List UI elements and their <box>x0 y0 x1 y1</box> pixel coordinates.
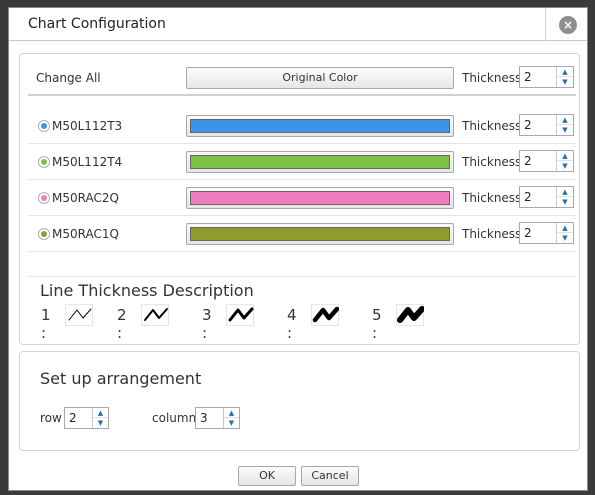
series-row: M50L112T3 Thickness 2 ▲ ▼ <box>28 108 576 144</box>
spinner-up-icon[interactable]: ▲ <box>93 408 108 418</box>
series-color-button[interactable] <box>186 223 454 245</box>
column-spinner[interactable]: 3 ▲ ▼ <box>195 407 240 429</box>
change-all-thickness-spinner[interactable]: 2 ▲ ▼ <box>519 66 574 88</box>
series-row: M50RAC2Q Thickness 2 ▲ ▼ <box>28 180 576 216</box>
series-color-button[interactable] <box>186 187 454 209</box>
spinner-arrows: ▲ ▼ <box>556 223 573 243</box>
thickness-label: Thickness <box>462 155 522 169</box>
spinner-down-icon[interactable]: ▼ <box>557 77 573 87</box>
spinner-arrows: ▲ ▼ <box>556 187 573 207</box>
thickness-value[interactable]: 2 <box>524 70 532 84</box>
color-swatch <box>190 191 450 205</box>
spinner-down-icon[interactable]: ▼ <box>557 125 573 135</box>
arrangement-title: Set up arrangement <box>40 369 202 388</box>
close-icon[interactable]: × <box>559 16 577 34</box>
thickness-value[interactable]: 2 <box>524 154 532 168</box>
series-radio[interactable] <box>38 228 50 240</box>
thickness-number: 5 : <box>372 306 382 342</box>
row-spinner[interactable]: 2 ▲ ▼ <box>64 407 109 429</box>
arrangement-panel: Set up arrangement row 2 ▲ ▼ column 3 ▲ … <box>19 351 580 451</box>
dialog-titlebar: Chart Configuration × <box>9 8 587 41</box>
column-label: column <box>152 411 197 425</box>
thickness-value[interactable]: 2 <box>524 118 532 132</box>
color-swatch <box>190 227 450 241</box>
series-name: M50L112T4 <box>52 155 123 169</box>
spinner-arrows: ▲ ▼ <box>556 115 573 135</box>
spinner-down-icon[interactable]: ▼ <box>557 197 573 207</box>
change-all-label: Change All <box>36 71 101 85</box>
row-label: row <box>40 411 62 425</box>
series-name: M50RAC1Q <box>52 227 119 241</box>
series-radio[interactable] <box>38 120 50 132</box>
spinner-down-icon[interactable]: ▼ <box>557 233 573 243</box>
column-value[interactable]: 3 <box>200 411 208 425</box>
spinner-up-icon[interactable]: ▲ <box>557 67 573 77</box>
series-name: M50RAC2Q <box>52 191 119 205</box>
series-name: M50L112T3 <box>52 119 123 133</box>
thickness-line-icon <box>396 304 424 326</box>
thickness-line-icon <box>311 304 339 326</box>
thickness-line-icon <box>226 304 254 326</box>
spinner-up-icon[interactable]: ▲ <box>557 151 573 161</box>
spinner-down-icon[interactable]: ▼ <box>557 161 573 171</box>
thickness-label: Thickness <box>462 71 522 85</box>
ok-button[interactable]: OK <box>238 466 296 486</box>
change-all-row: Change All Original Color Thickness 2 ▲ … <box>28 60 576 96</box>
series-row: M50RAC1Q Thickness 2 ▲ ▼ <box>28 216 576 252</box>
spinner-up-icon[interactable]: ▲ <box>224 408 239 418</box>
thickness-label: Thickness <box>462 191 522 205</box>
spinner-up-icon[interactable]: ▲ <box>557 223 573 233</box>
thickness-number: 1 : <box>41 306 51 342</box>
spinner-up-icon[interactable]: ▲ <box>557 187 573 197</box>
chart-configuration-dialog: Chart Configuration × Change All Origina… <box>8 7 588 491</box>
series-color-button[interactable] <box>186 115 454 137</box>
thickness-label: Thickness <box>462 119 522 133</box>
cancel-button[interactable]: Cancel <box>301 466 359 486</box>
series-thickness-spinner[interactable]: 2 ▲ ▼ <box>519 222 574 244</box>
section-divider <box>28 276 576 277</box>
thickness-number: 4 : <box>287 306 297 342</box>
spinner-down-icon[interactable]: ▼ <box>224 418 239 428</box>
thickness-line-icon <box>65 304 93 326</box>
series-settings-panel: Change All Original Color Thickness 2 ▲ … <box>19 53 580 345</box>
spinner-arrows: ▲ ▼ <box>556 151 573 171</box>
row-value[interactable]: 2 <box>69 411 77 425</box>
original-color-button[interactable]: Original Color <box>186 67 454 89</box>
series-thickness-spinner[interactable]: 2 ▲ ▼ <box>519 114 574 136</box>
thickness-number: 2 : <box>117 306 127 342</box>
series-radio[interactable] <box>38 156 50 168</box>
thickness-description-title: Line Thickness Description <box>40 281 254 300</box>
color-swatch <box>190 119 450 133</box>
series-row: M50L112T4 Thickness 2 ▲ ▼ <box>28 144 576 180</box>
thickness-label: Thickness <box>462 227 522 241</box>
thickness-number: 3 : <box>202 306 212 342</box>
series-color-button[interactable] <box>186 151 454 173</box>
series-thickness-spinner[interactable]: 2 ▲ ▼ <box>519 150 574 172</box>
dialog-title: Chart Configuration <box>28 16 166 32</box>
spinner-arrows: ▲ ▼ <box>223 408 239 428</box>
series-radio[interactable] <box>38 192 50 204</box>
color-swatch <box>190 155 450 169</box>
spinner-down-icon[interactable]: ▼ <box>93 418 108 428</box>
spinner-arrows: ▲ ▼ <box>92 408 108 428</box>
thickness-line-icon <box>141 304 169 326</box>
spinner-up-icon[interactable]: ▲ <box>557 115 573 125</box>
thickness-value[interactable]: 2 <box>524 190 532 204</box>
spinner-arrows: ▲ ▼ <box>556 67 573 87</box>
titlebar-divider <box>545 8 546 41</box>
thickness-value[interactable]: 2 <box>524 226 532 240</box>
series-thickness-spinner[interactable]: 2 ▲ ▼ <box>519 186 574 208</box>
